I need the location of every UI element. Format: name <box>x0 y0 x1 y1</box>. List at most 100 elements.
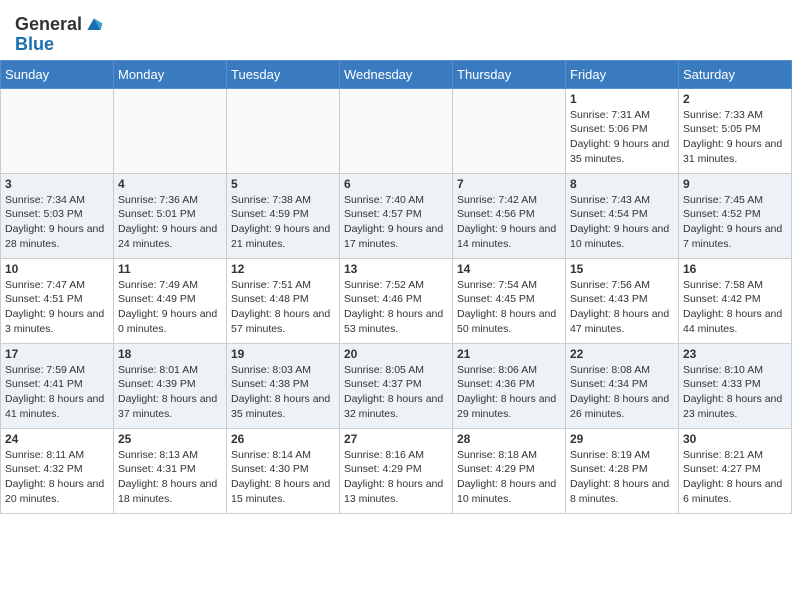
calendar-cell <box>227 88 340 173</box>
calendar-table: SundayMondayTuesdayWednesdayThursdayFrid… <box>0 60 792 514</box>
weekday-header-wednesday: Wednesday <box>340 60 453 88</box>
calendar-cell: 20 Sunrise: 8:05 AMSunset: 4:37 PMDayligh… <box>340 343 453 428</box>
calendar-cell: 17 Sunrise: 7:59 AMSunset: 4:41 PMDayligh… <box>1 343 114 428</box>
day-info: Sunrise: 8:11 AMSunset: 4:32 PMDaylight:… <box>5 448 109 507</box>
calendar-week-1: 1Sunrise: 7:31 AMSunset: 5:06 PMDaylight… <box>1 88 792 173</box>
logo-blue: Blue <box>15 35 104 55</box>
calendar-cell: 6 Sunrise: 7:40 AMSunset: 4:57 PMDaylight… <box>340 173 453 258</box>
calendar-cell: 10 Sunrise: 7:47 AMSunset: 4:51 PMDayligh… <box>1 258 114 343</box>
calendar-week-3: 10 Sunrise: 7:47 AMSunset: 4:51 PMDayligh… <box>1 258 792 343</box>
logo-icon <box>84 15 104 35</box>
day-number: 28 <box>457 432 561 446</box>
day-number: 30 <box>683 432 787 446</box>
day-number: 7 <box>457 177 561 191</box>
day-info: Sunrise: 7:47 AMSunset: 4:51 PMDaylight:… <box>5 278 109 337</box>
calendar-cell: 28 Sunrise: 8:18 AMSunset: 4:29 PMDayligh… <box>453 428 566 513</box>
calendar-body: 1Sunrise: 7:31 AMSunset: 5:06 PMDaylight… <box>1 88 792 513</box>
day-info: Sunrise: 8:01 AMSunset: 4:39 PMDaylight:… <box>118 363 222 422</box>
calendar-cell: 21 Sunrise: 8:06 AMSunset: 4:36 PMDayligh… <box>453 343 566 428</box>
day-info: Sunrise: 7:36 AMSunset: 5:01 PMDaylight:… <box>118 193 222 252</box>
calendar-cell: 26 Sunrise: 8:14 AMSunset: 4:30 PMDayligh… <box>227 428 340 513</box>
day-info: Sunrise: 7:40 AMSunset: 4:57 PMDaylight:… <box>344 193 448 252</box>
calendar-cell: 13 Sunrise: 7:52 AMSunset: 4:46 PMDayligh… <box>340 258 453 343</box>
day-info: Sunrise: 8:06 AMSunset: 4:36 PMDaylight:… <box>457 363 561 422</box>
day-number: 3 <box>5 177 109 191</box>
day-number: 9 <box>683 177 787 191</box>
day-info: Sunrise: 7:51 AMSunset: 4:48 PMDaylight:… <box>231 278 335 337</box>
day-number: 4 <box>118 177 222 191</box>
weekday-header-monday: Monday <box>114 60 227 88</box>
calendar-cell: 5 Sunrise: 7:38 AMSunset: 4:59 PMDaylight… <box>227 173 340 258</box>
day-number: 27 <box>344 432 448 446</box>
day-number: 24 <box>5 432 109 446</box>
day-number: 13 <box>344 262 448 276</box>
day-number: 16 <box>683 262 787 276</box>
calendar-cell <box>1 88 114 173</box>
calendar-cell: 16 Sunrise: 7:58 AMSunset: 4:42 PMDayligh… <box>679 258 792 343</box>
calendar-cell <box>114 88 227 173</box>
day-info: Sunrise: 7:34 AMSunset: 5:03 PMDaylight:… <box>5 193 109 252</box>
weekday-header-saturday: Saturday <box>679 60 792 88</box>
day-number: 1 <box>570 92 674 106</box>
day-info: Sunrise: 8:14 AMSunset: 4:30 PMDaylight:… <box>231 448 335 507</box>
day-number: 2 <box>683 92 787 106</box>
day-info: Sunrise: 7:33 AMSunset: 5:05 PMDaylight:… <box>683 108 787 167</box>
calendar-cell: 7 Sunrise: 7:42 AMSunset: 4:56 PMDaylight… <box>453 173 566 258</box>
calendar-cell: 19Sunrise: 8:03 AMSunset: 4:38 PMDayligh… <box>227 343 340 428</box>
calendar-cell: 2 Sunrise: 7:33 AMSunset: 5:05 PMDaylight… <box>679 88 792 173</box>
calendar-cell: 30 Sunrise: 8:21 AMSunset: 4:27 PMDayligh… <box>679 428 792 513</box>
calendar-cell: 4 Sunrise: 7:36 AMSunset: 5:01 PMDaylight… <box>114 173 227 258</box>
day-number: 6 <box>344 177 448 191</box>
logo: General Blue <box>15 15 104 55</box>
day-number: 18 <box>118 347 222 361</box>
day-number: 29 <box>570 432 674 446</box>
day-info: Sunrise: 8:21 AMSunset: 4:27 PMDaylight:… <box>683 448 787 507</box>
calendar-cell: 27Sunrise: 8:16 AMSunset: 4:29 PMDayligh… <box>340 428 453 513</box>
day-number: 17 <box>5 347 109 361</box>
calendar-cell: 12 Sunrise: 7:51 AMSunset: 4:48 PMDayligh… <box>227 258 340 343</box>
day-number: 14 <box>457 262 561 276</box>
calendar-week-5: 24 Sunrise: 8:11 AMSunset: 4:32 PMDayligh… <box>1 428 792 513</box>
day-number: 11 <box>118 262 222 276</box>
calendar-cell: 8 Sunrise: 7:43 AMSunset: 4:54 PMDaylight… <box>566 173 679 258</box>
day-info: Sunrise: 7:43 AMSunset: 4:54 PMDaylight:… <box>570 193 674 252</box>
day-number: 21 <box>457 347 561 361</box>
day-info: Sunrise: 7:38 AMSunset: 4:59 PMDaylight:… <box>231 193 335 252</box>
day-info: Sunrise: 8:10 AMSunset: 4:33 PMDaylight:… <box>683 363 787 422</box>
day-info: Sunrise: 8:08 AMSunset: 4:34 PMDaylight:… <box>570 363 674 422</box>
day-number: 20 <box>344 347 448 361</box>
day-info: Sunrise: 7:52 AMSunset: 4:46 PMDaylight:… <box>344 278 448 337</box>
weekday-header-tuesday: Tuesday <box>227 60 340 88</box>
calendar-cell: 11 Sunrise: 7:49 AMSunset: 4:49 PMDayligh… <box>114 258 227 343</box>
day-number: 22 <box>570 347 674 361</box>
day-info: Sunrise: 8:05 AMSunset: 4:37 PMDaylight:… <box>344 363 448 422</box>
day-info: Sunrise: 8:13 AMSunset: 4:31 PMDaylight:… <box>118 448 222 507</box>
day-number: 19 <box>231 347 335 361</box>
calendar-week-2: 3 Sunrise: 7:34 AMSunset: 5:03 PMDaylight… <box>1 173 792 258</box>
calendar-cell: 18 Sunrise: 8:01 AMSunset: 4:39 PMDayligh… <box>114 343 227 428</box>
calendar-cell: 22 Sunrise: 8:08 AMSunset: 4:34 PMDayligh… <box>566 343 679 428</box>
weekday-header-sunday: Sunday <box>1 60 114 88</box>
calendar-cell: 3 Sunrise: 7:34 AMSunset: 5:03 PMDaylight… <box>1 173 114 258</box>
day-number: 10 <box>5 262 109 276</box>
day-info: Sunrise: 7:42 AMSunset: 4:56 PMDaylight:… <box>457 193 561 252</box>
day-number: 26 <box>231 432 335 446</box>
weekday-header-friday: Friday <box>566 60 679 88</box>
day-info: Sunrise: 7:58 AMSunset: 4:42 PMDaylight:… <box>683 278 787 337</box>
day-info: Sunrise: 7:49 AMSunset: 4:49 PMDaylight:… <box>118 278 222 337</box>
day-number: 8 <box>570 177 674 191</box>
day-number: 12 <box>231 262 335 276</box>
day-number: 5 <box>231 177 335 191</box>
calendar-cell: 14Sunrise: 7:54 AMSunset: 4:45 PMDayligh… <box>453 258 566 343</box>
day-info: Sunrise: 8:19 AMSunset: 4:28 PMDaylight:… <box>570 448 674 507</box>
day-info: Sunrise: 7:56 AMSunset: 4:43 PMDaylight:… <box>570 278 674 337</box>
day-number: 23 <box>683 347 787 361</box>
calendar-cell <box>340 88 453 173</box>
weekday-header-thursday: Thursday <box>453 60 566 88</box>
day-info: Sunrise: 8:18 AMSunset: 4:29 PMDaylight:… <box>457 448 561 507</box>
calendar-cell: 24 Sunrise: 8:11 AMSunset: 4:32 PMDayligh… <box>1 428 114 513</box>
day-info: Sunrise: 7:59 AMSunset: 4:41 PMDaylight:… <box>5 363 109 422</box>
calendar-cell <box>453 88 566 173</box>
weekday-header-row: SundayMondayTuesdayWednesdayThursdayFrid… <box>1 60 792 88</box>
calendar-cell: 15Sunrise: 7:56 AMSunset: 4:43 PMDayligh… <box>566 258 679 343</box>
